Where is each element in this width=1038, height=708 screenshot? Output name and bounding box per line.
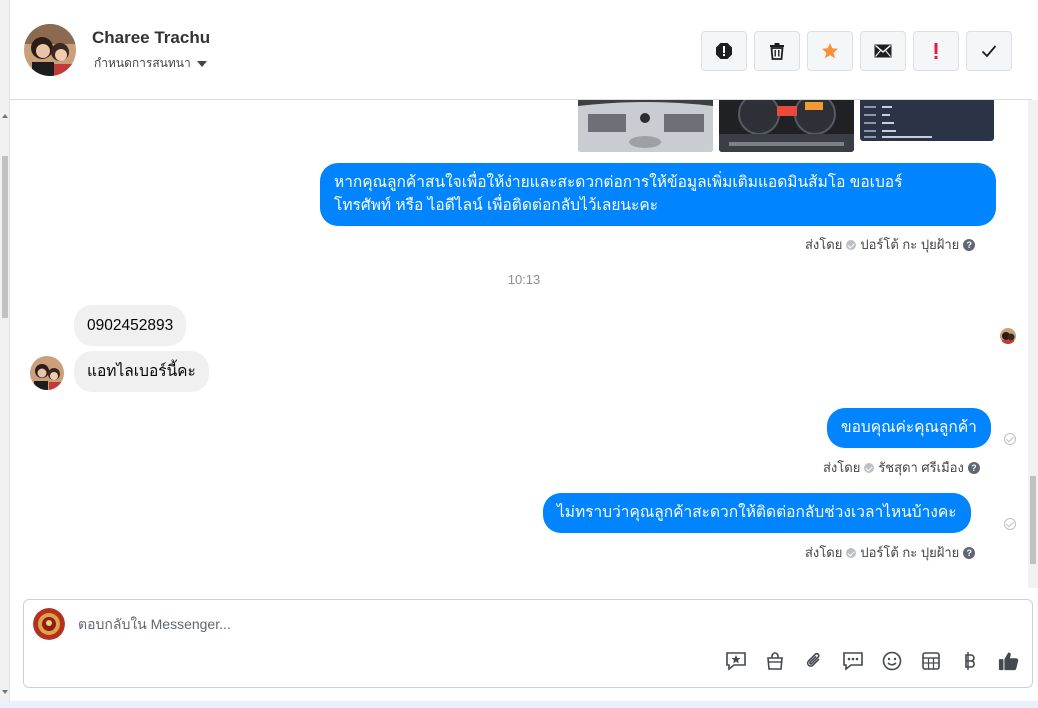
document-photo[interactable] — [860, 100, 994, 141]
delete-button[interactable] — [754, 31, 800, 71]
octagon-exclamation-icon — [716, 43, 732, 59]
help-icon[interactable]: ? — [963, 546, 976, 559]
thumbs-up-icon — [998, 652, 1019, 671]
page-avatar — [33, 608, 65, 640]
scroll-up-arrow-icon[interactable] — [2, 114, 8, 118]
star-icon — [822, 43, 838, 59]
reply-input[interactable] — [78, 616, 678, 632]
message-text-line-2: โทรศัพท์ หรือ ไอดีไลน์ เพื่อติดต่อกลับไว… — [334, 197, 659, 214]
sent-by-label: ส่งโดย — [823, 460, 861, 475]
done-button[interactable] — [966, 31, 1012, 71]
shop-button[interactable] — [764, 650, 786, 672]
sent-by-info: ส่งโดย รัชสุดา ศรีเมือง ? — [823, 457, 980, 478]
sender-name: ปอร์โต้ กะ ปุยฝ้าย — [860, 545, 960, 560]
scroll-down-arrow-icon[interactable] — [2, 690, 8, 694]
message-thread[interactable]: หากคุณลูกค้าสนใจเพื่อให้ง่ายและสะดวกต่อก… — [10, 100, 1028, 588]
paperclip-icon — [806, 652, 820, 667]
follow-up-button[interactable] — [913, 31, 959, 71]
attach-button[interactable] — [803, 650, 825, 672]
verified-check-icon — [864, 462, 875, 473]
thread-scrollbar[interactable] — [1028, 100, 1038, 588]
spam-button[interactable] — [701, 31, 747, 71]
thread-scroll-thumb[interactable] — [1030, 476, 1036, 564]
exclamation-icon — [934, 43, 938, 59]
caret-down-icon — [196, 60, 207, 67]
car-dashboard-photo[interactable] — [719, 100, 854, 152]
car-engine-photo[interactable] — [578, 100, 713, 152]
emoji-button[interactable] — [881, 650, 903, 672]
message-timestamp: 10:13 — [507, 272, 541, 287]
trash-icon — [770, 43, 784, 60]
checkmark-icon — [981, 45, 997, 58]
incoming-message[interactable]: 0902452893 — [74, 305, 187, 346]
sent-status-icon — [1004, 433, 1016, 445]
seen-avatar — [1000, 328, 1016, 344]
outgoing-message[interactable]: ขอบคุณค่ะคุณลูกค้า — [827, 408, 991, 448]
star-button[interactable] — [807, 31, 853, 71]
assign-label: กำหนดการสนทนา — [94, 56, 191, 70]
assign-conversation-dropdown[interactable]: กำหนดการสนทนา — [94, 54, 207, 73]
mark-unread-button[interactable] — [860, 31, 906, 71]
left-scrollbar[interactable] — [0, 0, 10, 708]
window-bottom-edge — [0, 701, 1038, 708]
sent-by-info: ส่งโดย ปอร์โต้ กะ ปุยฝ้าย ? — [805, 542, 976, 563]
help-icon[interactable]: ? — [963, 238, 976, 251]
verified-check-icon — [846, 239, 857, 250]
verified-check-icon — [846, 547, 857, 558]
reply-composer — [23, 599, 1033, 688]
sender-name: รัชสุดา ศรีเมือง — [878, 460, 964, 475]
smiley-icon — [882, 651, 902, 671]
help-icon[interactable]: ? — [967, 461, 980, 474]
saved-reply-button[interactable] — [725, 650, 747, 672]
sent-by-info: ส่งโดย ปอร์โต้ กะ ปุยฝ้าย ? — [805, 234, 976, 255]
like-button[interactable] — [998, 650, 1020, 672]
quick-reply-button[interactable] — [842, 650, 864, 672]
contact-avatar-small[interactable] — [30, 356, 64, 390]
sent-status-icon — [1004, 518, 1016, 530]
contact-avatar[interactable] — [24, 24, 76, 76]
appointment-button[interactable] — [920, 650, 942, 672]
baht-icon — [965, 652, 975, 670]
sent-by-label: ส่งโดย — [805, 237, 843, 252]
contact-name: Charee Trachu — [92, 28, 211, 47]
sender-name: ปอร์โต้ กะ ปุยฝ้าย — [860, 237, 960, 252]
action-toolbar — [701, 31, 1012, 71]
chat-bubble-icon — [843, 652, 863, 671]
left-scroll-thumb[interactable] — [2, 156, 8, 318]
payment-button[interactable] — [959, 650, 981, 672]
shopping-bag-icon — [767, 652, 783, 670]
table-icon — [922, 652, 940, 670]
message-text-line-1: หากคุณลูกค้าสนใจเพื่อให้ง่ายและสะดวกต่อก… — [334, 174, 903, 191]
saved-reply-icon — [726, 652, 746, 671]
incoming-message[interactable]: แอทไลเบอร์นี้คะ — [74, 351, 209, 392]
conversation-header: Charee Trachu กำหนดการสนทนา — [10, 0, 1032, 100]
sent-by-label: ส่งโดย — [805, 545, 843, 560]
envelope-icon — [874, 44, 892, 58]
outgoing-message[interactable]: ไม่ทราบว่าคุณลูกค้าสะดวกให้ติดต่อกลับช่ว… — [543, 493, 971, 533]
composer-toolbar — [725, 650, 1020, 672]
outgoing-message[interactable]: หากคุณลูกค้าสนใจเพื่อให้ง่ายและสะดวกต่อก… — [320, 163, 996, 226]
